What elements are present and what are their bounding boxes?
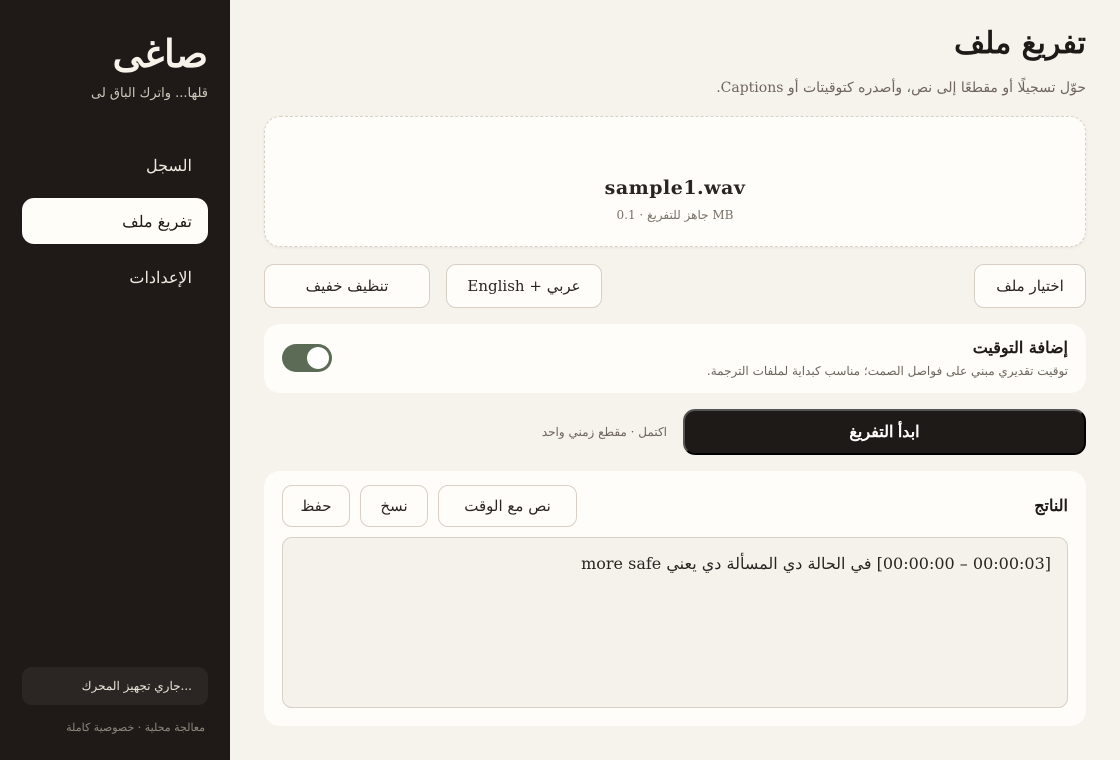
sidebar-item-label: السجل — [145, 155, 192, 175]
transcript-output[interactable]: [00:00:03 – 00:00:00] في الحالة دي المسأ… — [282, 537, 1068, 708]
file-meta: جاهز للتفريغ · 0.1 MB — [616, 208, 734, 222]
sidebar-item-settings[interactable]: الإعدادات — [22, 254, 208, 300]
app-tagline: قلها... واترك الباق لى — [91, 86, 208, 101]
transcription-status: اكتمل · مقطع زمني واحد — [541, 425, 667, 439]
sidebar-item-label: الإعدادات — [129, 267, 192, 287]
sidebar: صاغى قلها... واترك الباق لى السجل تفريغ … — [0, 0, 230, 760]
toggle-knob — [307, 347, 329, 369]
choose-file-button[interactable]: اختيار ملف — [974, 264, 1086, 308]
file-name: sample1.wav — [604, 177, 746, 199]
app-logo: صاغى — [112, 31, 208, 76]
output-format-select[interactable]: نص مع الوقت — [438, 485, 577, 527]
output-card: الناتج نص مع الوقت نسخ حفظ [00:00:03 – 0… — [264, 471, 1086, 726]
timing-option-description: توقيت تقديري مبني على فواصل الصمت؛ مناسب… — [706, 364, 1068, 378]
sidebar-item-history[interactable]: السجل — [22, 142, 208, 188]
language-select[interactable]: English + عربي — [446, 264, 602, 308]
transcript-text: [00:00:03 – 00:00:00] في الحالة دي المسأ… — [581, 554, 1051, 573]
start-transcription-button[interactable]: ابدأ التفريغ — [683, 409, 1086, 455]
copy-button[interactable]: نسخ — [360, 485, 428, 527]
timing-option-title: إضافة التوقيت — [972, 338, 1068, 357]
sidebar-item-transcribe-file[interactable]: تفريغ ملف — [22, 198, 208, 244]
sidebar-item-label: تفريغ ملف — [122, 211, 192, 231]
output-title: الناتج — [1034, 496, 1068, 515]
light-cleanup-button[interactable]: تنظيف خفيف — [264, 264, 430, 308]
engine-status: جاري تجهيز المحرك... — [22, 667, 208, 705]
timing-option-card: إضافة التوقيت توقيت تقديري مبني على فواص… — [264, 324, 1086, 393]
save-button[interactable]: حفظ — [282, 485, 350, 527]
timing-toggle[interactable] — [282, 344, 332, 372]
file-dropzone[interactable]: sample1.wav جاهز للتفريغ · 0.1 MB — [264, 116, 1086, 247]
privacy-note: معالجة محلية · خصوصية كاملة — [66, 721, 205, 734]
page-title: تفريغ ملف — [954, 26, 1086, 61]
page-subtitle: حوّل تسجيلًا أو مقطعًا إلى نص، وأصدره كت… — [716, 80, 1086, 96]
